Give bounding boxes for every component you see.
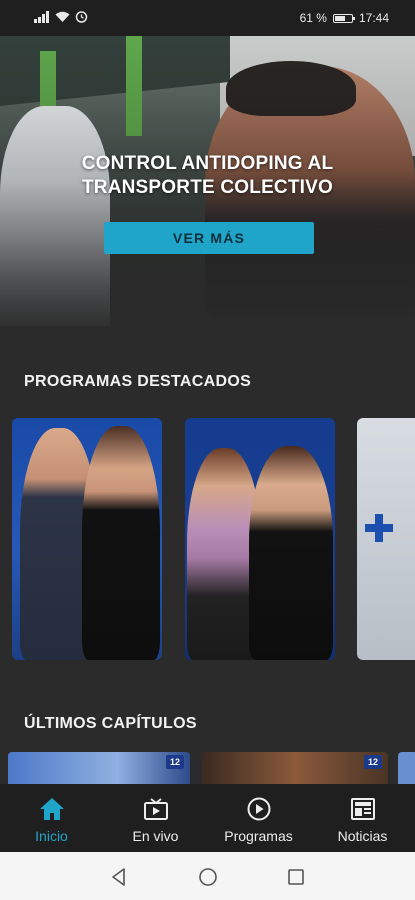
episode-thumbnail[interactable]: 12 [202,752,388,784]
channel-badge: 12 [166,755,184,769]
see-more-button[interactable]: VER MÁS [104,222,314,254]
signal-icon [34,10,49,23]
battery-icon [332,13,355,23]
plus-logo-icon [365,514,393,542]
clock: 17:44 [358,11,389,25]
hero-title-line: CONTROL ANTIDOPING AL [81,153,334,174]
play-circle-icon [247,797,270,821]
status-icons-left [34,10,88,23]
wifi-icon [55,11,70,22]
status-icons-right: 61 % 17:44 [300,11,389,25]
nav-label: Noticias [337,828,388,844]
home-icon [39,798,64,820]
bottom-navigation: Inicio En vivo Programas Noticias [0,784,415,852]
host-image [82,426,160,660]
featured-programs-heading: PROGRAMAS DESTACADOS [24,373,252,390]
hero-title-line: TRANSPORTE COLECTIVO [81,177,333,198]
tv-icon [143,798,168,820]
host-image [249,446,333,660]
program-card[interactable] [185,418,335,660]
alarm-icon [75,11,88,23]
nav-item-live[interactable]: En vivo [104,784,207,852]
home-circle-icon[interactable] [197,866,219,888]
newspaper-icon [350,798,375,820]
latest-episodes-heading: ÚLTIMOS CAPÍTULOS [24,715,197,732]
battery-fill [334,15,345,21]
nav-label: En vivo [132,828,179,844]
nav-label: Inicio [35,828,68,844]
nav-label: Programas [224,828,293,844]
system-navigation-bar [0,852,415,900]
nav-item-programs[interactable]: Programas [207,784,310,852]
program-card[interactable] [12,418,162,660]
channel-badge: 12 [364,755,382,769]
recent-apps-icon[interactable] [285,866,307,888]
nav-item-home[interactable]: Inicio [0,784,103,852]
battery-percent: 61 % [299,11,327,25]
hero-banner[interactable]: CONTROL ANTIDOPING AL TRANSPORTE COLECTI… [0,36,415,326]
hero-title: CONTROL ANTIDOPING AL TRANSPORTE COLECTI… [30,152,385,200]
back-icon[interactable] [108,866,130,888]
nav-item-news[interactable]: Noticias [311,784,414,852]
program-card[interactable] [357,418,415,660]
status-bar: 61 % 17:44 [0,0,415,36]
episode-thumbnail[interactable] [398,752,415,784]
episode-thumbnail[interactable]: 12 [8,752,190,784]
